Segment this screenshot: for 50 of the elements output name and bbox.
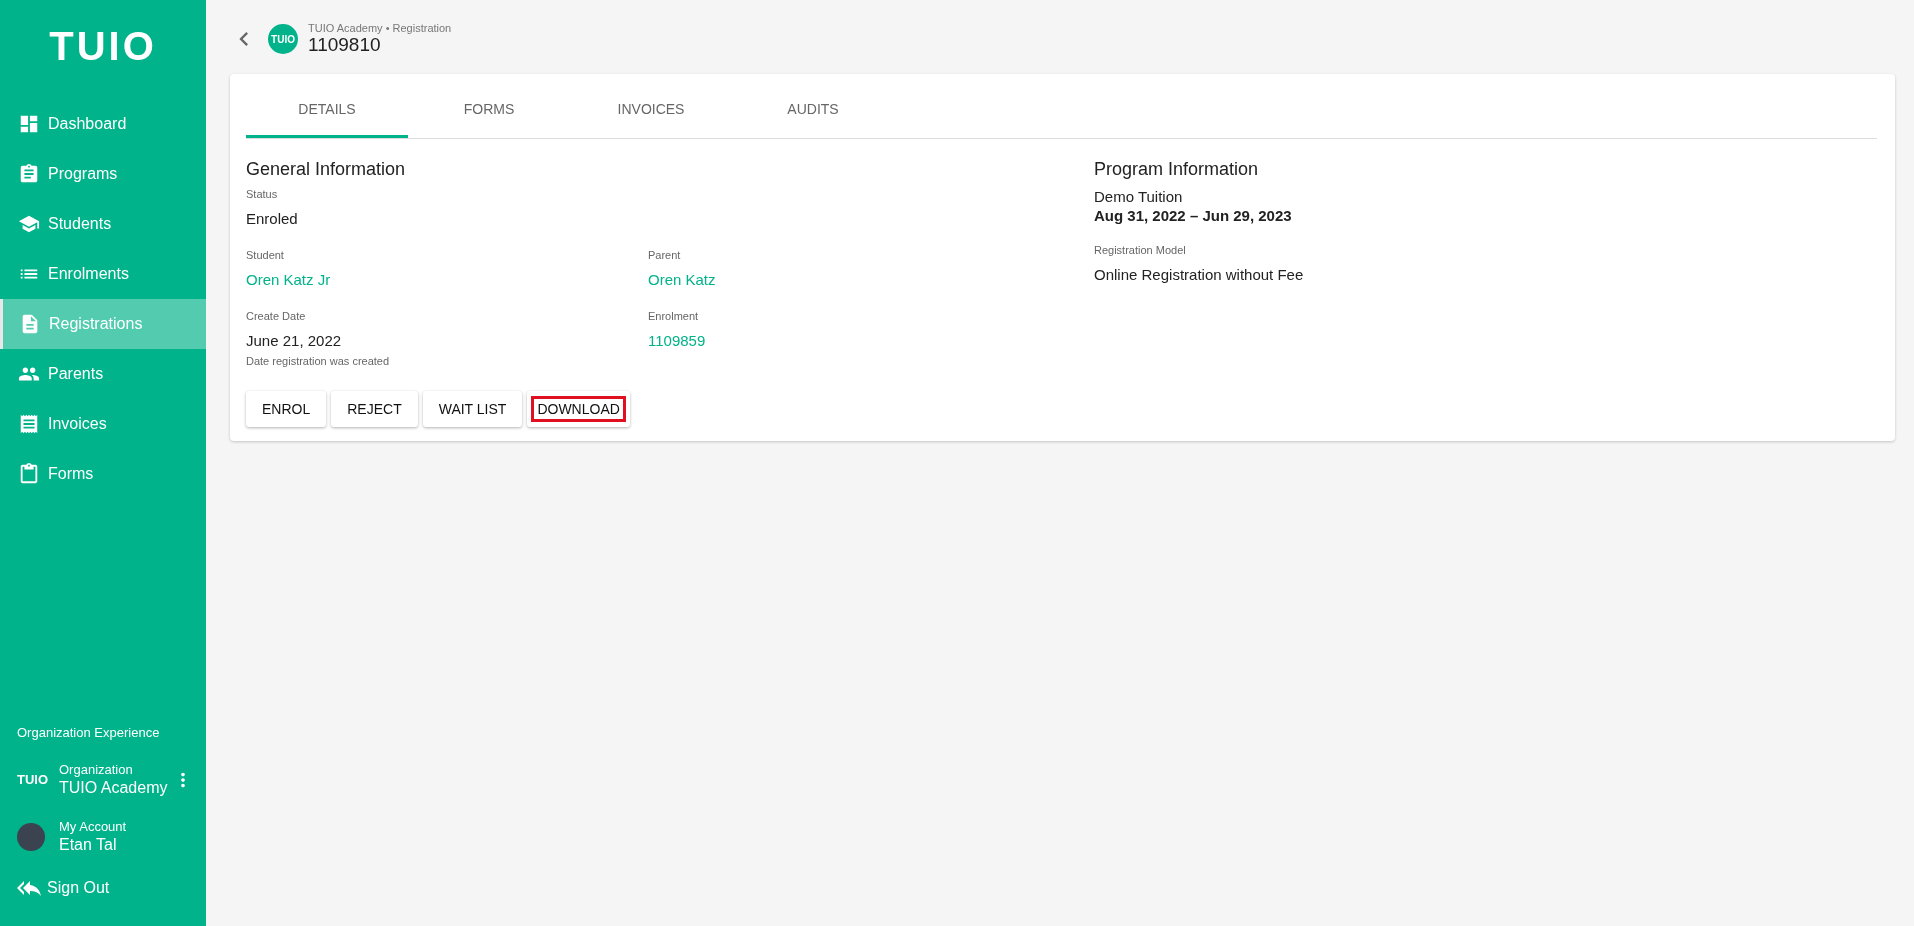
- nav-item[interactable]: Registrations: [0, 299, 206, 349]
- section-title: Organization Experience: [16, 725, 161, 742]
- breadcrumb: TUIO Academy • Registration: [308, 22, 452, 34]
- clipboard-icon: [18, 163, 40, 185]
- field-label: Status: [246, 188, 279, 200]
- parent-link[interactable]: Oren Katz: [648, 271, 1094, 288]
- action-button[interactable]: REJECT: [331, 391, 418, 427]
- dashboard-icon: [18, 113, 40, 135]
- nav-item[interactable]: Dashboard: [0, 99, 206, 149]
- graduation-cap-icon: [18, 213, 40, 235]
- logo-badge: TUIO: [268, 24, 298, 54]
- account-label: My Account: [59, 819, 128, 834]
- enrolment-link[interactable]: 1109859: [648, 332, 1094, 349]
- tab[interactable]: FORMS: [408, 74, 570, 138]
- field-hint: Date registration was created: [246, 355, 391, 367]
- nav-item[interactable]: Enrolments: [0, 249, 206, 299]
- organization-name: TUIO Academy: [59, 779, 169, 797]
- field-label: Parent: [648, 249, 682, 261]
- avatar: [17, 822, 45, 851]
- field-label: Enrolment: [648, 310, 700, 322]
- student-link[interactable]: Oren Katz Jr: [246, 271, 648, 288]
- section-heading: Program Information: [1094, 159, 1260, 180]
- page-title: 1109810: [308, 34, 382, 56]
- section-heading: General Information: [246, 159, 407, 180]
- field-label: Create Date: [246, 310, 307, 322]
- logo: TUIO: [48, 23, 158, 70]
- field-value: Enroled: [246, 210, 299, 227]
- tab[interactable]: INVOICES: [570, 74, 732, 138]
- nav-item[interactable]: Parents: [0, 349, 206, 399]
- clipboard-icon: [18, 463, 40, 485]
- field-label: Registration Model: [1094, 244, 1187, 256]
- organization-label: Organization: [59, 762, 134, 777]
- receipt-icon: [18, 413, 40, 435]
- action-button[interactable]: DOWNLOAD: [527, 391, 630, 427]
- nav-item[interactable]: Programs: [0, 149, 206, 199]
- nav-item[interactable]: Students: [0, 199, 206, 249]
- nav-item[interactable]: Invoices: [0, 399, 206, 449]
- nav-item[interactable]: Forms: [0, 449, 206, 499]
- organization-logo: TUIO: [17, 772, 50, 787]
- field-label: Student: [246, 249, 285, 261]
- sign-out-link[interactable]: Sign Out: [0, 876, 206, 926]
- tab[interactable]: AUDITS: [732, 74, 894, 138]
- field-value: Online Registration without Fee: [1094, 266, 1305, 283]
- account-name: Etan Tal: [59, 836, 118, 854]
- program-name: Demo Tuition: [1094, 188, 1184, 205]
- action-button[interactable]: WAIT LIST: [422, 391, 523, 427]
- program-dates: Aug 31, 2022 – Jun 29, 2023: [1094, 207, 1293, 224]
- field-value: June 21, 2022: [246, 332, 343, 349]
- tab[interactable]: DETAILS: [246, 74, 408, 138]
- action-button[interactable]: ENROL: [246, 391, 327, 427]
